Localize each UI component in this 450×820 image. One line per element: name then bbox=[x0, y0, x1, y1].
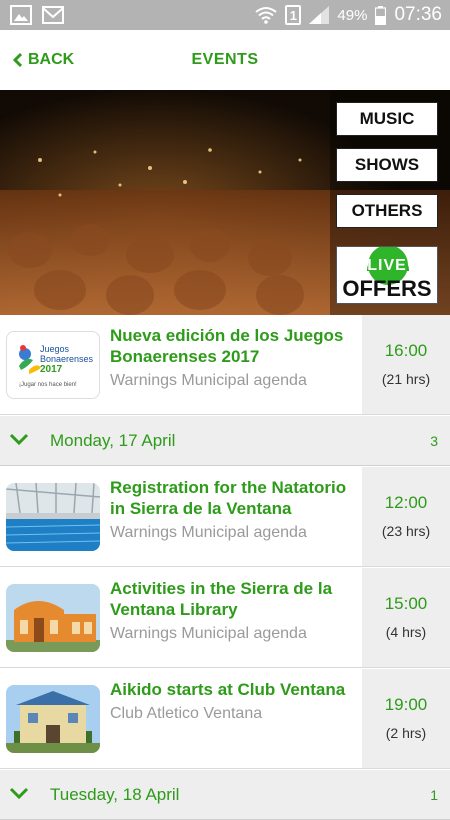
day-label: Monday, 17 April bbox=[50, 431, 176, 450]
day-label: Tuesday, 18 April bbox=[50, 785, 180, 804]
signal-icon bbox=[309, 6, 330, 24]
offers-label: OFFERS bbox=[342, 276, 432, 301]
back-label: BACK bbox=[28, 51, 75, 68]
event-time-column: 19:00 (2 hrs) bbox=[362, 669, 450, 768]
event-time: 16:00 bbox=[384, 341, 428, 360]
event-subtitle: Warnings Municipal agenda bbox=[110, 372, 307, 389]
wifi-icon bbox=[255, 7, 278, 24]
status-bar: 1 49% 07:36 bbox=[0, 0, 450, 30]
event-duration: (4 hrs) bbox=[385, 624, 427, 640]
event-time-column: 16:00 (21 hrs) bbox=[362, 315, 450, 414]
day-section-header[interactable]: Monday, 17 April 3 bbox=[0, 416, 450, 466]
app-header: BACK EVENTS bbox=[0, 30, 450, 90]
event-subtitle: Warnings Municipal agenda bbox=[110, 625, 307, 642]
event-row[interactable]: Aikido starts at Club Ventana Club Atlet… bbox=[0, 669, 450, 769]
logo-year: 2017 bbox=[40, 364, 63, 375]
event-time: 15:00 bbox=[384, 594, 428, 613]
event-time: 12:00 bbox=[384, 493, 428, 512]
battery-percent: 49% bbox=[337, 6, 368, 24]
library-building-photo bbox=[6, 584, 100, 652]
event-row[interactable]: Activities in the Sierra de la Ventana L… bbox=[0, 568, 450, 668]
category-music-button[interactable]: MUSIC bbox=[336, 102, 438, 136]
event-time-column: 12:00 (23 hrs) bbox=[362, 467, 450, 566]
event-duration: (2 hrs) bbox=[385, 725, 427, 741]
event-duration: (23 hrs) bbox=[381, 523, 431, 539]
logo-line2: Bonaerenses bbox=[40, 354, 94, 364]
hero-banner: MUSIC SHOWS OTHERS LIVE OFFERS bbox=[0, 90, 450, 315]
event-title: Aikido starts at Club Ventana bbox=[110, 680, 346, 699]
event-thumbnail bbox=[6, 483, 100, 551]
live-label: LIVE bbox=[367, 257, 407, 274]
event-thumbnail bbox=[6, 685, 100, 753]
gallery-notification-icon bbox=[10, 5, 32, 25]
category-shows-button[interactable]: SHOWS bbox=[336, 148, 438, 182]
category-others-button[interactable]: OTHERS bbox=[336, 194, 438, 228]
event-title: Activities in the Sierra de la Ventana L… bbox=[110, 579, 333, 619]
event-thumbnail bbox=[6, 584, 100, 652]
gmail-notification-icon bbox=[42, 6, 64, 24]
battery-icon bbox=[375, 5, 387, 25]
day-event-count: 3 bbox=[430, 433, 438, 449]
clock: 07:36 bbox=[394, 4, 442, 25]
event-row[interactable]: Juegos Bonaerenses 2017 ¡Jugar nos hace … bbox=[0, 315, 450, 415]
back-button[interactable]: BACK bbox=[12, 51, 74, 69]
event-subtitle: Club Atletico Ventana bbox=[110, 705, 263, 722]
sim-slot-badge: 1 bbox=[285, 5, 302, 25]
day-event-count: 1 bbox=[430, 787, 438, 803]
event-title: Registration for the Natatorio in Sierra… bbox=[110, 478, 347, 518]
day-section-header[interactable]: Tuesday, 18 April 1 bbox=[0, 770, 450, 820]
event-thumbnail: Juegos Bonaerenses 2017 ¡Jugar nos hace … bbox=[6, 331, 100, 399]
logo-line1: Juegos bbox=[40, 344, 70, 354]
event-subtitle: Warnings Municipal agenda bbox=[110, 524, 307, 541]
chevron-left-icon bbox=[12, 52, 23, 68]
chevron-down-icon bbox=[9, 787, 29, 800]
event-duration: (21 hrs) bbox=[381, 371, 431, 387]
event-time: 19:00 bbox=[384, 695, 428, 714]
event-row[interactable]: Registration for the Natatorio in Sierra… bbox=[0, 467, 450, 567]
event-time-column: 15:00 (4 hrs) bbox=[362, 568, 450, 667]
logo-slogan: ¡Jugar nos hace bien! bbox=[19, 382, 77, 388]
live-offers-button[interactable]: LIVE OFFERS bbox=[336, 245, 438, 304]
swimming-pool-photo bbox=[6, 483, 100, 551]
chevron-down-icon bbox=[9, 433, 29, 446]
club-building-photo bbox=[6, 685, 100, 753]
event-title: Nueva edición de los Juegos Bonaerenses … bbox=[110, 326, 344, 366]
